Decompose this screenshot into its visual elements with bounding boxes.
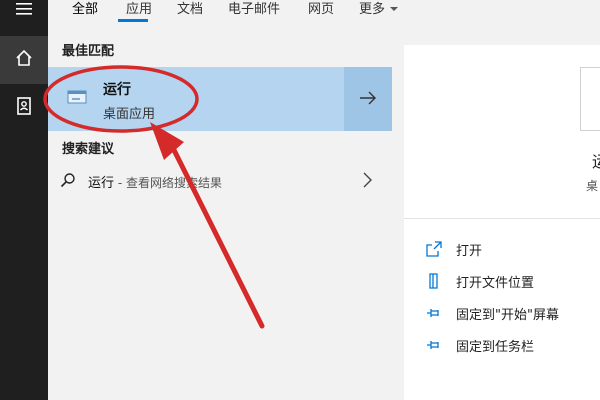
home-icon [15, 49, 33, 71]
web-suggestion-item[interactable]: 运行 - 查看网络搜索结果 [48, 166, 392, 196]
run-app-icon [66, 87, 90, 111]
tab-documents[interactable]: 文档 [177, 0, 203, 17]
arrow-right-icon [359, 90, 377, 109]
left-rail [0, 0, 48, 400]
action-open-file-location[interactable]: 打开文件位置 [426, 269, 596, 293]
search-icon [60, 172, 76, 192]
best-match-item[interactable]: 运行 桌面应用 [48, 67, 344, 131]
suggestions-heading: 搜索建议 [62, 142, 115, 157]
tab-email[interactable]: 电子邮件 [228, 0, 280, 17]
action-open-label: 打开 [456, 244, 483, 259]
open-icon [426, 241, 442, 261]
action-pin-to-taskbar-label: 固定到任务栏 [456, 340, 535, 355]
tab-more-label: 更多 [359, 2, 386, 17]
tab-all[interactable]: 全部 [72, 0, 98, 17]
file-location-icon [426, 273, 442, 293]
results-pane: 最佳匹配 运行 桌面应用 搜索建议 运行 - 查看网络搜索结果 [48, 30, 392, 400]
suggestion-label: 运行 - 查看网络搜索结果 [88, 172, 222, 191]
tab-more[interactable]: 更多 [359, 0, 399, 17]
search-tabs: 全部 应用 文档 电子邮件 网页 更多 [48, 0, 600, 22]
preview-panel: 运 桌 打开 打开文件位置 固定到"开始"屏幕 固定到任务栏 [404, 45, 600, 400]
preview-subtitle: 桌 [586, 179, 599, 193]
suggestion-text: 运行 [88, 176, 115, 191]
action-pin-to-start-label: 固定到"开始"屏幕 [456, 308, 559, 323]
chevron-right-icon [362, 172, 372, 192]
menu-button[interactable] [0, 0, 48, 30]
action-pin-to-start[interactable]: 固定到"开始"屏幕 [426, 301, 596, 325]
active-tab-indicator [118, 19, 148, 22]
hamburger-menu-icon [16, 1, 32, 20]
best-match-subtitle: 桌面应用 [103, 107, 156, 122]
notebook-icon [16, 97, 32, 119]
action-open[interactable]: 打开 [426, 237, 596, 261]
action-open-file-location-label: 打开文件位置 [456, 276, 535, 291]
suggestion-suffix: - 查看网络搜索结果 [114, 176, 222, 190]
action-pin-to-taskbar[interactable]: 固定到任务栏 [426, 333, 596, 357]
preview-title: 运 [592, 148, 600, 172]
home-button[interactable] [0, 36, 48, 84]
preview-app-icon [580, 67, 600, 131]
tab-apps[interactable]: 应用 [126, 0, 152, 17]
notebook-button[interactable] [0, 84, 48, 132]
best-match-title: 运行 [103, 82, 131, 98]
pin-icon [426, 305, 442, 325]
best-match-heading: 最佳匹配 [62, 44, 115, 59]
pin-icon [426, 337, 442, 357]
chevron-down-icon [389, 2, 399, 17]
divider [404, 218, 600, 219]
tab-web[interactable]: 网页 [308, 0, 334, 17]
open-preview-button[interactable] [344, 67, 392, 131]
